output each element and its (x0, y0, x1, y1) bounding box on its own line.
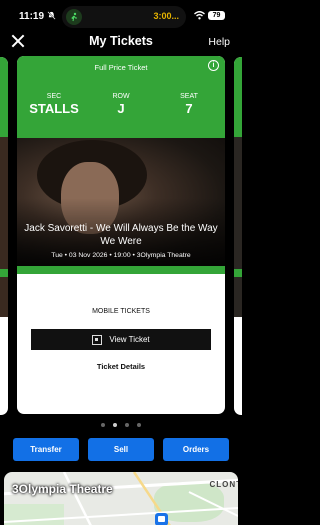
previous-ticket-card[interactable] (0, 57, 8, 415)
row-column: ROW J (95, 93, 147, 116)
seat-value: 7 (185, 101, 193, 116)
venue-map[interactable]: 3Olympia Theatre CLONT (4, 472, 238, 525)
wifi-icon (194, 11, 205, 20)
page-dot[interactable] (125, 423, 129, 427)
ticket-strip (17, 266, 225, 274)
page-dot[interactable] (137, 423, 141, 427)
section-label: SEC (46, 93, 62, 100)
map-venue-label: 3Olympia Theatre (12, 482, 113, 496)
next-ticket-card[interactable] (234, 57, 242, 415)
page-dot-active[interactable] (113, 423, 117, 427)
page-indicator (0, 423, 242, 427)
event-subtitle: Tue • 03 Nov 2026 • 19:00 • 3Olympia The… (51, 252, 191, 259)
ticket-header: Full Price Ticket i SEC STALLS ROW J SEA… (17, 56, 225, 138)
page-title: My Tickets (89, 34, 153, 48)
section-value: STALLS (29, 101, 79, 116)
ticket-details-link[interactable]: Ticket Details (17, 362, 225, 371)
battery-icon: 79 (208, 11, 225, 20)
status-bar: 11:19 3:00... 79 (0, 0, 242, 30)
running-icon (66, 9, 82, 25)
help-link[interactable]: Help (208, 36, 230, 48)
dynamic-island[interactable]: 3:00... (62, 6, 186, 28)
info-icon[interactable]: i (208, 60, 219, 71)
view-ticket-label: View Ticket (109, 335, 150, 344)
train-icon[interactable] (155, 513, 168, 525)
section-column: SEC STALLS (27, 93, 81, 116)
price-type: Full Price Ticket (94, 63, 148, 72)
ticket-actions: Transfer Sell Orders (0, 438, 242, 462)
event-title: Jack Savoretti - We Will Always Be the W… (24, 223, 218, 247)
event-image: Jack Savoretti - We Will Always Be the W… (17, 138, 225, 266)
mobile-tickets-label: MOBILE TICKETS (92, 308, 150, 315)
ticket-card[interactable]: Full Price Ticket i SEC STALLS ROW J SEA… (17, 56, 225, 414)
page-dot[interactable] (101, 423, 105, 427)
view-ticket-button[interactable]: View Ticket (31, 329, 211, 350)
live-activity-time: 3:00... (153, 11, 179, 21)
app-header: My Tickets Help (0, 30, 242, 54)
seat-label: SEAT (180, 93, 198, 100)
map-roads (4, 472, 238, 525)
sell-button[interactable]: Sell (88, 438, 154, 461)
row-label: ROW (112, 93, 130, 100)
bell-slash-icon (47, 11, 56, 20)
seat-column: SEAT 7 (163, 93, 215, 116)
qr-icon (92, 334, 103, 345)
row-value: J (117, 101, 125, 116)
orders-button[interactable]: Orders (163, 438, 229, 461)
transfer-button[interactable]: Transfer (13, 438, 79, 461)
map-area-label: CLONT (209, 480, 238, 489)
status-time: 11:19 (19, 11, 45, 22)
